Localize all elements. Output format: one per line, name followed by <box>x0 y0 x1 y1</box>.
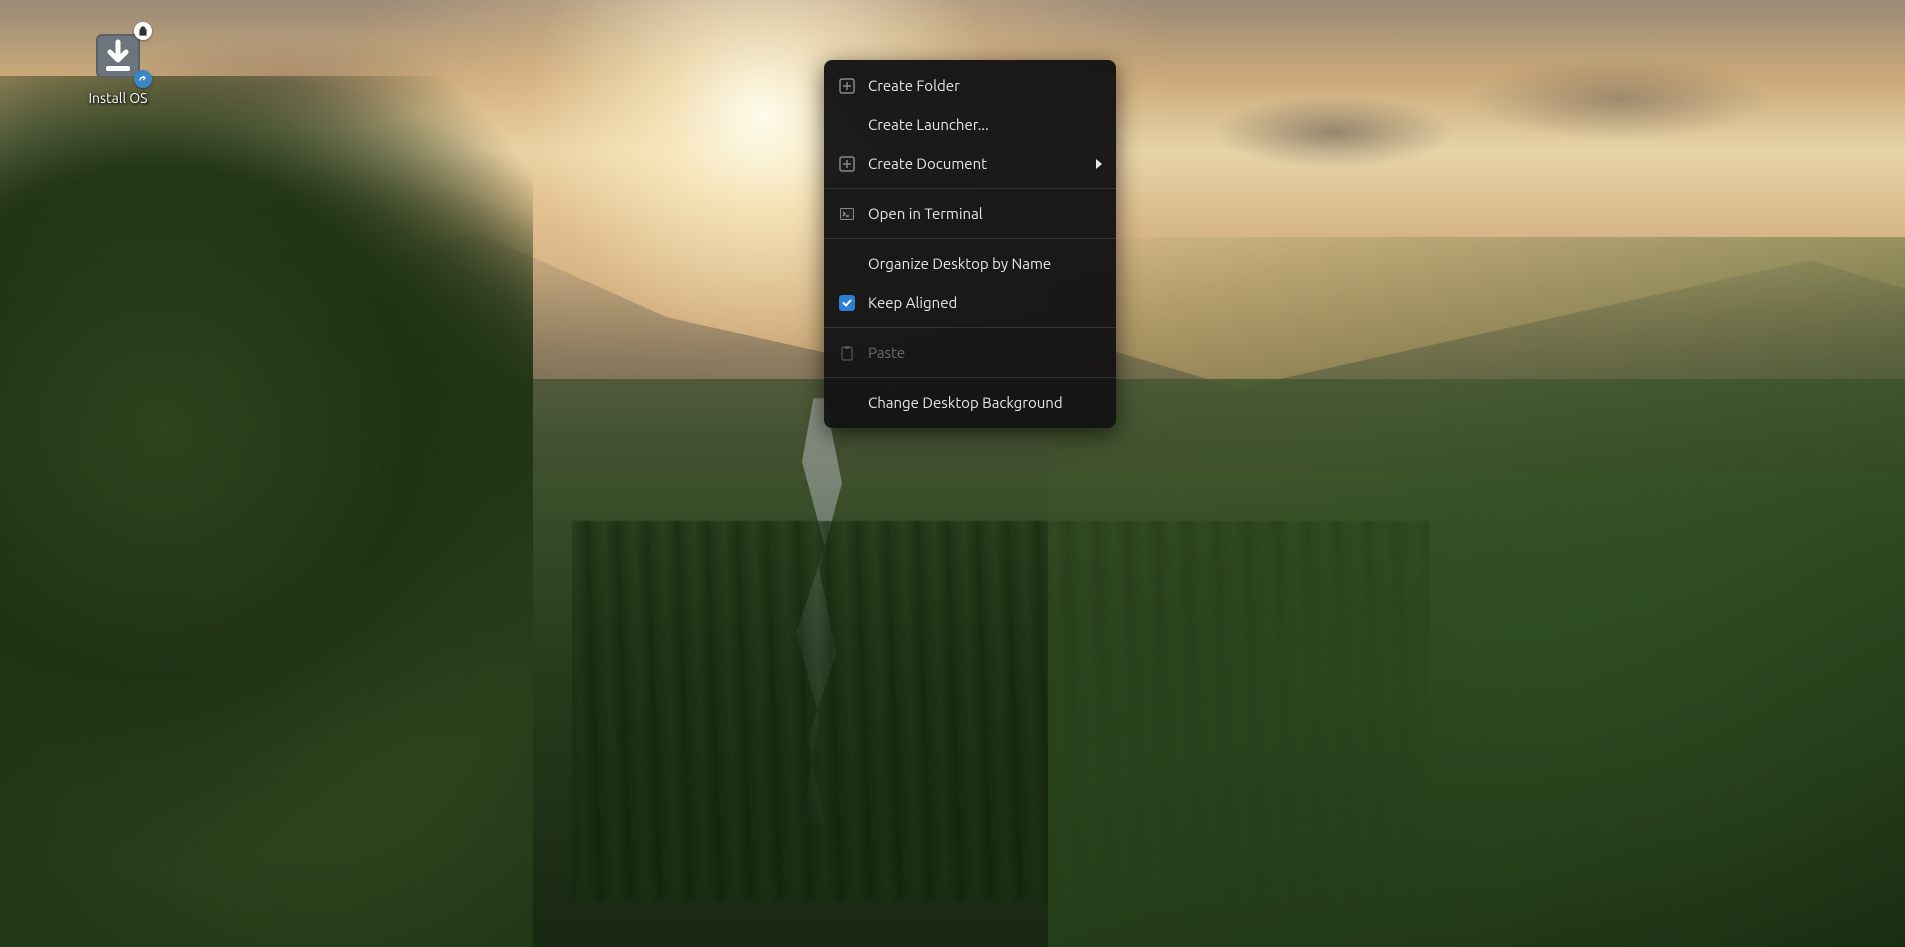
install-os-icon <box>90 28 146 84</box>
lock-badge-icon <box>134 22 152 40</box>
desktop-icon-label: Install OS <box>88 90 147 106</box>
wallpaper-foliage-left <box>0 76 533 947</box>
menu-item-create-launcher[interactable]: Create Launcher... <box>824 105 1116 144</box>
menu-label: Create Folder <box>868 77 1102 94</box>
menu-separator <box>824 327 1116 328</box>
checkbox-checked-icon <box>838 294 856 312</box>
desktop-icon-install-os[interactable]: Install OS <box>78 28 158 106</box>
wallpaper-foliage-right <box>1048 237 1905 947</box>
menu-label: Keep Aligned <box>868 294 1102 311</box>
menu-label: Paste <box>868 344 1102 361</box>
terminal-icon <box>838 205 856 223</box>
plus-box-icon <box>838 77 856 95</box>
chevron-right-icon <box>1096 159 1102 169</box>
menu-item-create-folder[interactable]: Create Folder <box>824 66 1116 105</box>
clipboard-icon <box>838 344 856 362</box>
menu-label: Create Document <box>868 155 1088 172</box>
menu-item-create-document[interactable]: Create Document <box>824 144 1116 183</box>
menu-separator <box>824 377 1116 378</box>
menu-item-change-background[interactable]: Change Desktop Background <box>824 383 1116 422</box>
menu-separator <box>824 188 1116 189</box>
menu-item-keep-aligned[interactable]: Keep Aligned <box>824 283 1116 322</box>
menu-label: Change Desktop Background <box>868 394 1102 411</box>
menu-label: Create Launcher... <box>868 116 1102 133</box>
menu-separator <box>824 238 1116 239</box>
menu-item-organize-desktop[interactable]: Organize Desktop by Name <box>824 244 1116 283</box>
menu-label: Organize Desktop by Name <box>868 255 1102 272</box>
plus-box-icon <box>838 155 856 173</box>
menu-item-open-terminal[interactable]: Open in Terminal <box>824 194 1116 233</box>
menu-item-paste: Paste <box>824 333 1116 372</box>
shortcut-arrow-icon <box>134 70 152 88</box>
desktop-context-menu: Create Folder Create Launcher... Create … <box>824 60 1116 428</box>
menu-label: Open in Terminal <box>868 205 1102 222</box>
